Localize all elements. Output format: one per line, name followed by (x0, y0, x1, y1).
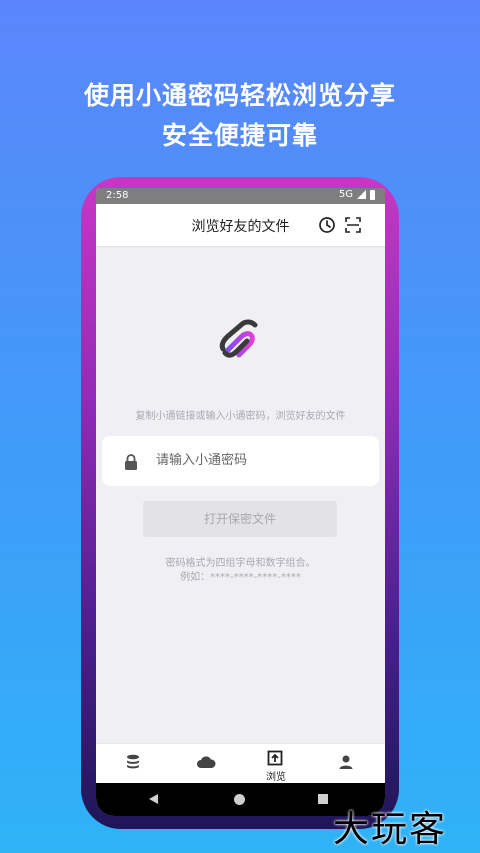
status-time: 2:58 (106, 190, 129, 201)
status-bar: 2:58 5G (96, 188, 385, 204)
promo-headline-line2: 安全便捷可靠 (161, 121, 318, 150)
phone-screen: 2:58 5G 浏览好友的文件 复制小通链接或输入小通密码，浏览好友的文件 请输… (96, 188, 385, 816)
password-input[interactable] (154, 452, 358, 469)
recent-apps-icon[interactable] (318, 794, 328, 804)
database-icon (127, 754, 139, 769)
lock-icon (125, 454, 137, 470)
network-label: 5G (338, 189, 353, 200)
nav-item-cloud[interactable] (169, 744, 241, 784)
nav-item-browse[interactable]: 浏览 (240, 744, 312, 784)
nav-item-profile[interactable] (311, 744, 383, 784)
page-title: 浏览好友的文件 (191, 219, 290, 235)
browse-icon (267, 750, 283, 766)
battery-icon (370, 189, 375, 200)
promo-headline-line1: 使用小通密码轻松浏览分享 (83, 81, 396, 110)
nav-item-storage[interactable] (98, 744, 170, 784)
scan-icon[interactable] (344, 216, 362, 234)
status-indicators: 5G (339, 189, 375, 200)
format-hint: 密码格式为四组字母和数字组合。 (165, 558, 316, 569)
person-icon (339, 755, 353, 769)
bottom-nav: 浏览 (96, 743, 385, 784)
nav-label-browse: 浏览 (266, 772, 286, 783)
link-clip-icon (219, 319, 258, 358)
cloud-icon (197, 756, 216, 768)
password-field[interactable] (102, 436, 379, 486)
watermark-logo: 大玩客 (333, 809, 448, 850)
signal-icon (357, 190, 366, 199)
back-icon[interactable] (149, 794, 158, 804)
open-secret-file-button[interactable]: 打开保密文件 (143, 501, 337, 537)
home-icon[interactable] (234, 794, 245, 805)
clock-icon[interactable] (318, 216, 336, 234)
format-example: 例如：****-****-****-**** (180, 572, 301, 583)
instruction-text: 复制小通链接或输入小通密码，浏览好友的文件 (135, 411, 346, 422)
app-bar: 浏览好友的文件 (96, 204, 385, 246)
